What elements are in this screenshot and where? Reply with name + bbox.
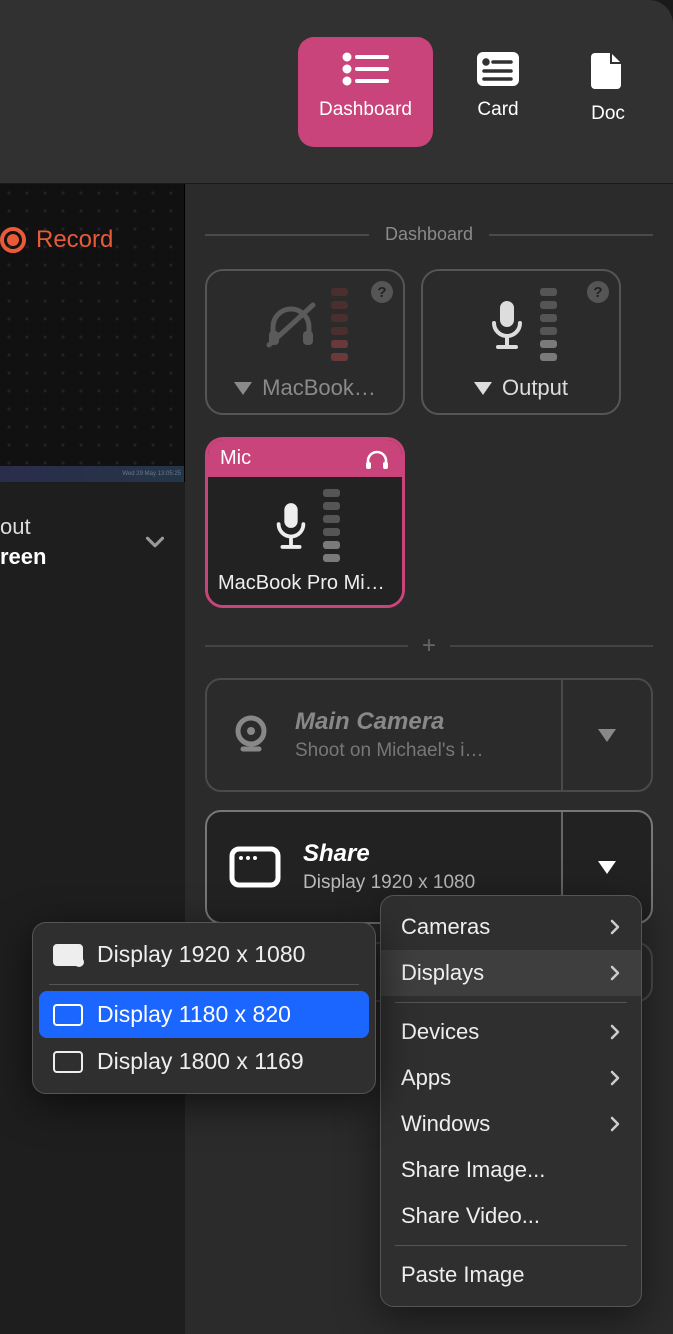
help-icon[interactable]: ?: [371, 281, 393, 303]
layout-line1: out: [0, 512, 140, 542]
layout-line2: reen: [0, 542, 140, 572]
display-icon: [53, 1004, 83, 1026]
audio-devices-row: ? MacBook…: [205, 269, 653, 415]
audio-tile-output[interactable]: ? Output: [421, 269, 621, 415]
camera-icon: [229, 713, 273, 757]
dashboard-section-header: Dashboard: [205, 224, 653, 245]
source-camera-sub: Shoot on Michael's i…: [295, 740, 483, 762]
ctx-item-devices[interactable]: Devices: [381, 1009, 641, 1055]
divider: [205, 234, 369, 236]
audio-output-label: Output: [502, 375, 568, 401]
audio-tile-macbook[interactable]: ? MacBook…: [205, 269, 405, 415]
mic-name-label: MacBook Pro Mic…: [218, 572, 392, 595]
layout-selector[interactable]: out reen: [0, 482, 185, 586]
display-option-1800x1169[interactable]: Display 1800 x 1169: [39, 1038, 369, 1085]
top-tabs: Dashboard Card Doc: [0, 0, 673, 184]
headphones-icon: [364, 448, 390, 470]
left-panel: Record Wed 29 May 13:05:25 out reen: [0, 184, 185, 1334]
tab-dashboard[interactable]: Dashboard: [298, 37, 433, 147]
dashboard-title: Dashboard: [385, 224, 473, 245]
ctx-item-displays[interactable]: Displays: [381, 950, 641, 996]
triangle-down-icon: [474, 382, 492, 395]
mic-tile-body: MacBook Pro Mic…: [208, 477, 402, 605]
tab-doc-label: Doc: [591, 103, 625, 125]
ctx-item-apps[interactable]: Apps: [381, 1055, 641, 1101]
microphone-icon: [271, 501, 311, 551]
doc-icon: [591, 51, 625, 91]
tab-card-label: Card: [477, 99, 518, 121]
window-icon: [229, 846, 281, 888]
source-tile-camera[interactable]: Main Camera Shoot on Michael's i…: [205, 678, 653, 792]
display-option-1920x1080[interactable]: Display 1920 x 1080: [39, 931, 369, 978]
tab-doc[interactable]: Doc: [563, 37, 653, 147]
source-share-sub: Display 1920 x 1080: [303, 872, 475, 894]
microphone-icon: [486, 299, 528, 351]
triangle-down-icon: [598, 861, 616, 874]
list-icon: [341, 51, 391, 87]
preview-area: Record Wed 29 May 13:05:25: [0, 184, 185, 482]
triangle-down-icon: [234, 382, 252, 395]
add-source-row[interactable]: +: [205, 632, 653, 660]
preview-timestamp: Wed 29 May 13:05:25: [122, 471, 181, 477]
record-label: Record: [36, 226, 113, 254]
ctx-item-share-image[interactable]: Share Image...: [381, 1147, 641, 1193]
mic-tile[interactable]: Mic: [205, 437, 405, 608]
record-icon: [0, 227, 26, 253]
help-icon[interactable]: ?: [587, 281, 609, 303]
chevron-right-icon: [609, 1023, 621, 1041]
displays-submenu: Display 1920 x 1080 Display 1180 x 820 D…: [32, 922, 376, 1094]
chevron-right-icon: [609, 964, 621, 982]
display-icon: [53, 1051, 83, 1073]
ctx-item-share-video[interactable]: Share Video...: [381, 1193, 641, 1239]
source-share-title: Share: [303, 840, 475, 868]
tab-dashboard-label: Dashboard: [319, 99, 412, 121]
ctx-displays-label: Displays: [401, 960, 484, 986]
display-1800-label: Display 1800 x 1169: [97, 1048, 304, 1075]
vu-meter: [540, 288, 557, 361]
headphones-muted-icon: [263, 301, 319, 349]
display-icon: [53, 944, 83, 966]
tab-card[interactable]: Card: [453, 37, 543, 147]
display-1920-label: Display 1920 x 1080: [97, 941, 305, 968]
mic-header-label: Mic: [220, 447, 251, 470]
app-window: Dashboard Card Doc: [0, 0, 673, 1334]
ctx-share-video-label: Share Video...: [401, 1203, 540, 1229]
triangle-down-icon: [598, 729, 616, 742]
chevron-down-icon: [140, 527, 170, 557]
chevron-right-icon: [609, 1069, 621, 1087]
divider: [450, 645, 653, 647]
chevron-right-icon: [609, 1115, 621, 1133]
menu-separator: [395, 1002, 627, 1003]
preview-thumbnail: Wed 29 May 13:05:25: [0, 466, 184, 482]
share-context-menu: Cameras Displays Devices Apps Windows Sh…: [380, 895, 642, 1307]
chevron-right-icon: [609, 918, 621, 936]
display-option-1180x820[interactable]: Display 1180 x 820: [39, 991, 369, 1038]
source-camera-dropdown[interactable]: [561, 680, 651, 790]
audio-macbook-label: MacBook…: [262, 375, 376, 401]
plus-icon: +: [422, 632, 436, 660]
ctx-apps-label: Apps: [401, 1065, 451, 1091]
card-icon: [476, 51, 520, 87]
vu-meter: [331, 288, 348, 361]
record-button[interactable]: Record: [0, 226, 113, 254]
ctx-cameras-label: Cameras: [401, 914, 490, 940]
ctx-share-image-label: Share Image...: [401, 1157, 545, 1183]
ctx-item-cameras[interactable]: Cameras: [381, 904, 641, 950]
vu-meter: [323, 489, 340, 562]
ctx-paste-image-label: Paste Image: [401, 1262, 525, 1288]
layout-text: out reen: [0, 512, 140, 571]
menu-separator: [49, 984, 359, 985]
source-camera-title: Main Camera: [295, 708, 483, 736]
mic-tile-header: Mic: [208, 440, 402, 477]
menu-separator: [395, 1245, 627, 1246]
ctx-item-windows[interactable]: Windows: [381, 1101, 641, 1147]
ctx-item-paste-image[interactable]: Paste Image: [381, 1252, 641, 1298]
divider: [489, 234, 653, 236]
divider: [205, 645, 408, 647]
ctx-windows-label: Windows: [401, 1111, 490, 1137]
ctx-devices-label: Devices: [401, 1019, 479, 1045]
display-1180-label: Display 1180 x 820: [97, 1001, 291, 1028]
